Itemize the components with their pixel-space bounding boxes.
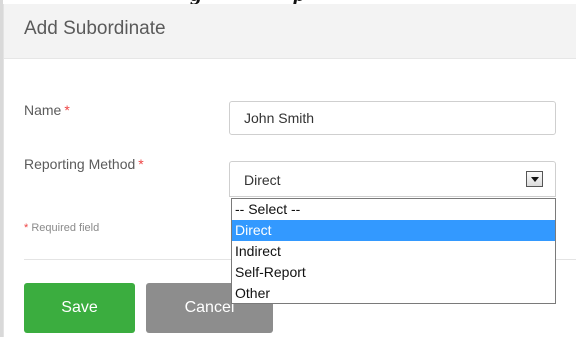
option-self-report[interactable]: Self-Report: [232, 262, 555, 283]
reporting-method-label: Reporting Method *: [24, 156, 144, 172]
required-star: *: [138, 156, 144, 172]
name-input[interactable]: [229, 101, 556, 135]
panel-header: Add Subordinate: [4, 4, 576, 59]
panel-title: Add Subordinate: [24, 18, 166, 39]
name-label-text: Name: [24, 102, 62, 118]
select-value: Direct: [244, 172, 281, 188]
required-star: *: [64, 102, 70, 118]
chevron-down-icon[interactable]: [526, 171, 543, 187]
required-star: *: [24, 222, 29, 234]
save-button[interactable]: Save: [24, 283, 135, 333]
add-subordinate-panel: Add Subordinate Name* Reporting Method* …: [3, 4, 576, 337]
option-select[interactable]: -- Select --: [232, 199, 555, 220]
required-field-note: * Required field: [24, 222, 99, 234]
reporting-method-select[interactable]: Direct: [229, 161, 556, 197]
name-label: Name *: [24, 102, 70, 118]
option-other[interactable]: Other: [232, 283, 555, 304]
option-direct[interactable]: Direct: [232, 220, 555, 241]
required-note-text: Required field: [31, 222, 100, 234]
reporting-method-options: -- Select -- Direct Indirect Self-Report…: [231, 198, 556, 304]
option-indirect[interactable]: Indirect: [232, 241, 555, 262]
reporting-method-label-text: Reporting Method: [24, 156, 136, 172]
